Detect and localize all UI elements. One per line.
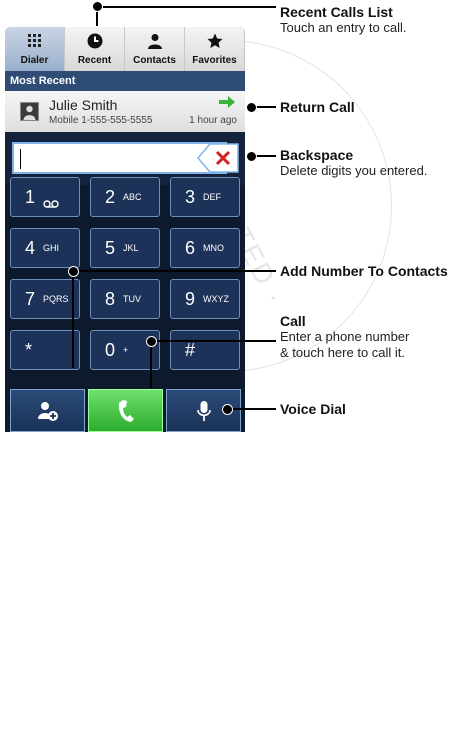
callout-desc: Delete digits you entered. — [280, 163, 428, 178]
leader-line — [150, 340, 152, 388]
key-digit: 8 — [105, 289, 116, 309]
text-caret — [20, 149, 21, 169]
avatar — [20, 102, 39, 121]
callout-dot — [92, 1, 103, 12]
callout-title: Voice Dial — [280, 401, 346, 417]
leader-line — [226, 408, 276, 410]
key-digit: 7 — [25, 289, 36, 309]
callout-dot — [68, 266, 79, 277]
clock-icon — [65, 32, 124, 50]
tab-recent[interactable]: Recent — [65, 27, 125, 71]
action-row — [5, 389, 245, 432]
key-digit: 6 — [185, 238, 196, 258]
key-8[interactable]: 8 TUV — [90, 279, 160, 319]
tab-favorites[interactable]: Favorites — [185, 27, 245, 71]
key-digit: 1 — [25, 187, 36, 207]
key-letters: WXYZ — [203, 294, 229, 304]
tab-label: Contacts — [133, 55, 176, 66]
contact-name: Julie Smith — [49, 97, 118, 113]
callout-dot — [246, 151, 257, 162]
key-2[interactable]: 2 ABC — [90, 177, 160, 217]
callout-recent-calls: Recent Calls List Touch an entry to call… — [280, 4, 406, 36]
digit-input[interactable] — [12, 142, 227, 174]
key-digit: 3 — [185, 187, 196, 207]
tab-label: Favorites — [192, 55, 237, 66]
add-to-contacts-button[interactable] — [10, 389, 85, 432]
callout-title: Return Call — [280, 99, 355, 115]
callout-dot — [146, 336, 157, 347]
tab-dialer[interactable]: Dialer — [5, 27, 65, 71]
callout-backspace: Backspace Delete digits you entered. — [280, 147, 427, 179]
backspace-button[interactable] — [197, 143, 239, 173]
callout-desc: Touch an entry to call. — [280, 20, 407, 35]
voicemail-icon — [43, 195, 59, 213]
leader-line — [72, 270, 74, 368]
key-5[interactable]: 5 JKL — [90, 228, 160, 268]
recent-call-entry[interactable]: Julie Smith Mobile 1-555-555-5555 1 hour… — [5, 91, 245, 132]
callout-call: Call Enter a phone number & touch here t… — [280, 313, 409, 361]
tab-label: Recent — [77, 55, 112, 66]
key-letters: JKL — [123, 243, 139, 253]
leader-line — [72, 270, 276, 272]
key-digit: 2 — [105, 187, 116, 207]
key-digit: 5 — [105, 238, 116, 258]
tab-bar: Dialer Recent Contacts Favorites — [5, 27, 245, 71]
contact-number: Mobile 1-555-555-5555 — [49, 115, 153, 126]
key-digit: 9 — [185, 289, 196, 309]
return-call-arrow-icon[interactable] — [219, 95, 235, 113]
callout-desc: Enter a phone number — [280, 329, 410, 344]
callout-add-number: Add Number To Contacts — [280, 263, 448, 279]
key-letters: + — [123, 345, 129, 355]
key-4[interactable]: 4 GHI — [10, 228, 80, 268]
phone-screen: Dialer Recent Contacts Favorites Most Re… — [5, 27, 245, 432]
callout-title: Add Number To Contacts — [280, 263, 448, 279]
key-digit: * — [25, 340, 33, 360]
callout-desc: & touch here to call it. — [280, 345, 406, 360]
grid-icon — [5, 32, 64, 50]
key-letters: MNO — [203, 243, 224, 253]
callout-title: Call — [280, 313, 306, 329]
callout-voice-dial: Voice Dial — [280, 401, 346, 417]
key-digit: 0 — [105, 340, 116, 360]
leader-line — [150, 340, 276, 342]
phone-handset-icon — [89, 390, 162, 431]
tab-contacts[interactable]: Contacts — [125, 27, 185, 71]
key-digit: # — [185, 340, 196, 360]
leader-line — [96, 6, 276, 8]
callout-title: Recent Calls List — [280, 4, 393, 20]
callout-return-call: Return Call — [280, 99, 355, 115]
key-star[interactable]: * — [10, 330, 80, 370]
key-3[interactable]: 3 DEF — [170, 177, 240, 217]
key-6[interactable]: 6 MNO — [170, 228, 240, 268]
callout-dot — [222, 404, 233, 415]
key-1[interactable]: 1 — [10, 177, 80, 217]
key-7[interactable]: 7 PQRS — [10, 279, 80, 319]
key-hash[interactable]: # — [170, 330, 240, 370]
star-icon — [185, 32, 244, 50]
callout-title: Backspace — [280, 147, 354, 163]
key-digit: 4 — [25, 238, 36, 258]
key-letters: TUV — [123, 294, 141, 304]
tab-label: Dialer — [20, 55, 49, 66]
call-button[interactable] — [88, 389, 163, 432]
key-letters: ABC — [123, 192, 142, 202]
key-letters: PQRS — [43, 294, 69, 304]
backspace-x-icon — [197, 143, 239, 173]
callout-dot — [246, 102, 257, 113]
key-9[interactable]: 9 WXYZ — [170, 279, 240, 319]
key-letters: DEF — [203, 192, 221, 202]
call-time: 1 hour ago — [189, 115, 237, 126]
add-contact-icon — [11, 390, 84, 431]
section-header: Most Recent — [5, 71, 245, 91]
key-letters: GHI — [43, 243, 60, 253]
person-icon — [125, 32, 184, 50]
